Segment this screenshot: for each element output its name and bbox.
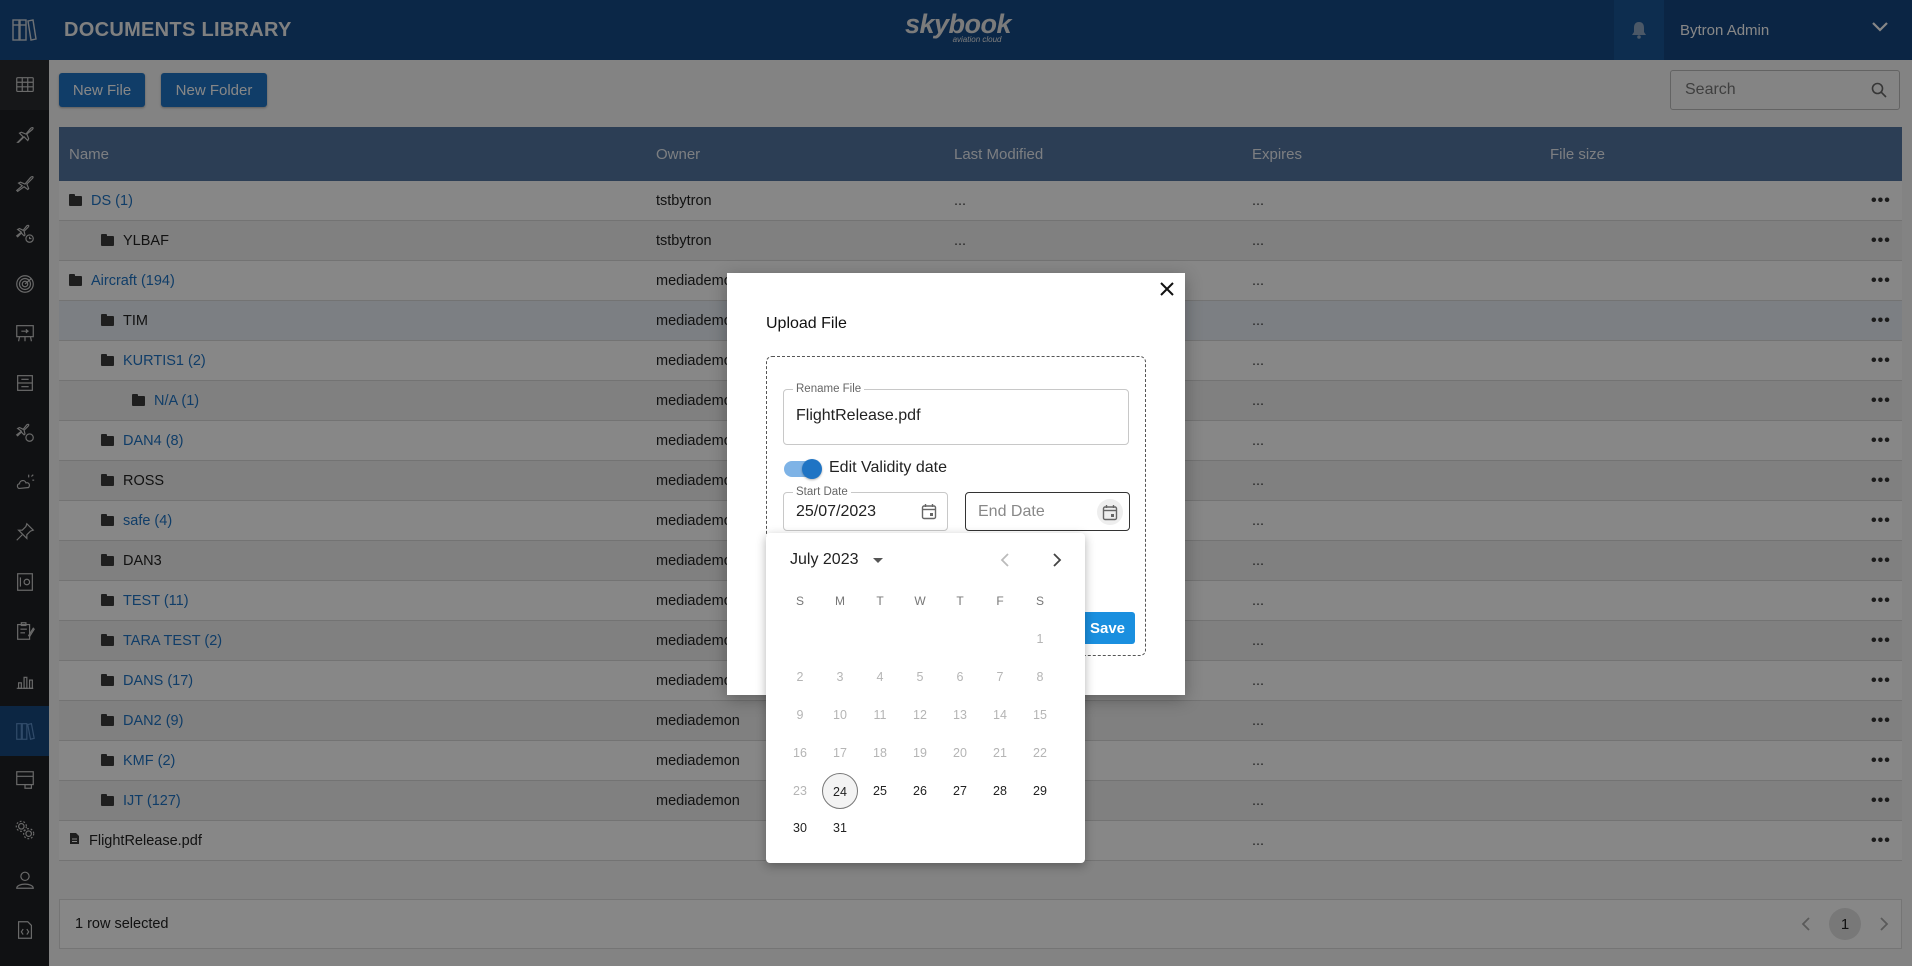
calendar-day: 5 bbox=[916, 670, 924, 684]
weekday-label: M bbox=[835, 594, 845, 608]
calendar-icon[interactable] bbox=[921, 503, 937, 520]
next-month-button[interactable] bbox=[1052, 551, 1062, 572]
previous-month-button[interactable] bbox=[1000, 551, 1010, 572]
dialog-title: Upload File bbox=[766, 315, 847, 332]
month-label: July 2023 bbox=[790, 551, 859, 568]
validity-toggle-label: Edit Validity date bbox=[829, 459, 947, 476]
weekday-label: S bbox=[1035, 594, 1044, 608]
rename-file-field[interactable]: Rename File FlightRelease.pdf bbox=[783, 382, 1129, 445]
weekday-label: F bbox=[996, 594, 1004, 608]
calendar-day: 20 bbox=[953, 746, 967, 760]
end-date-calendar-button[interactable] bbox=[1097, 499, 1123, 525]
calendar-day[interactable]: 27 bbox=[942, 773, 978, 809]
chevron-left-icon bbox=[1000, 553, 1009, 567]
month-year-selector[interactable]: July 2023 bbox=[790, 551, 883, 569]
calendar-day: 16 bbox=[793, 746, 807, 760]
weekday-label: W bbox=[914, 594, 926, 608]
calendar-day[interactable]: 30 bbox=[782, 810, 818, 846]
caret-down-icon bbox=[872, 557, 883, 563]
calendar-day: 14 bbox=[993, 708, 1007, 722]
calendar-day: 10 bbox=[833, 708, 847, 722]
calendar-day[interactable]: 28 bbox=[982, 773, 1018, 809]
calendar-day[interactable]: 25 bbox=[862, 773, 898, 809]
calendar-day: 15 bbox=[1033, 708, 1047, 722]
calendar-day: 18 bbox=[873, 746, 887, 760]
rename-file-value: FlightRelease.pdf bbox=[796, 407, 921, 424]
toggle-knob bbox=[802, 459, 822, 479]
calendar-day: 22 bbox=[1033, 746, 1047, 760]
calendar-day: 7 bbox=[996, 670, 1004, 684]
chevron-right-icon bbox=[1053, 553, 1062, 567]
calendar-day[interactable]: 26 bbox=[902, 773, 938, 809]
calendar-day: 1 bbox=[1036, 632, 1044, 646]
close-icon bbox=[1160, 282, 1174, 296]
validity-date-toggle[interactable] bbox=[784, 459, 822, 479]
start-date-field[interactable]: Start Date 25/07/2023 bbox=[783, 485, 948, 531]
calendar-day[interactable]: 31 bbox=[822, 810, 858, 846]
calendar-day: 23 bbox=[793, 784, 807, 798]
calendar-day: 11 bbox=[873, 708, 887, 722]
calendar-day: 12 bbox=[913, 708, 927, 722]
rename-file-label: Rename File bbox=[793, 382, 865, 396]
start-date-value: 25/07/2023 bbox=[796, 503, 877, 520]
calendar-day: 4 bbox=[876, 670, 884, 684]
calendar-day: 6 bbox=[956, 670, 964, 684]
close-button[interactable] bbox=[1157, 279, 1177, 299]
calendar-day: 2 bbox=[796, 670, 804, 684]
calendar-day-today[interactable]: 24 bbox=[822, 773, 858, 809]
end-date-field[interactable]: End Date bbox=[965, 492, 1130, 531]
calendar-day: 19 bbox=[913, 746, 927, 760]
save-button[interactable]: Save bbox=[1080, 612, 1135, 644]
calendar-day: 13 bbox=[953, 708, 967, 722]
calendar-day: 9 bbox=[796, 708, 804, 722]
calendar-day: 17 bbox=[833, 746, 847, 760]
weekday-label: T bbox=[876, 594, 884, 608]
weekday-label: S bbox=[795, 594, 804, 608]
start-date-label: Start Date bbox=[793, 485, 851, 499]
calendar-icon bbox=[1102, 504, 1118, 520]
calendar-day: 8 bbox=[1036, 670, 1044, 684]
end-date-placeholder: End Date bbox=[978, 503, 1045, 520]
calendar-day[interactable]: 29 bbox=[1022, 773, 1058, 809]
date-picker-popup: July 2023 S M T W T F S 1 2 3 4 5 6 7 8 9 10 11 12 13 14 15 16… bbox=[766, 533, 1085, 863]
calendar-day: 21 bbox=[993, 746, 1007, 760]
weekday-label: T bbox=[956, 594, 964, 608]
calendar-day: 3 bbox=[836, 670, 844, 684]
